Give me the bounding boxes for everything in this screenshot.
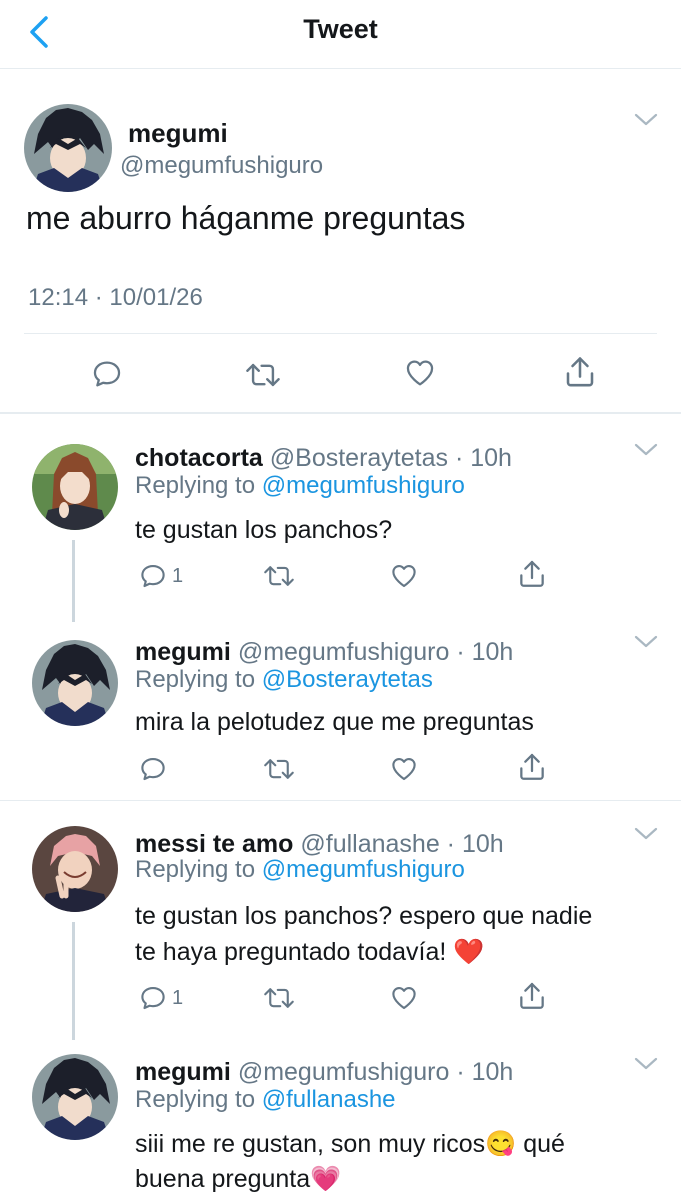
reply-text-line: te gustan los panchos? espero que nadie (135, 902, 593, 930)
divider (24, 333, 657, 334)
reply-meta: @megumfushiguro · 10h (237, 638, 514, 666)
share-icon[interactable] (516, 980, 548, 1012)
replying-to-label: Replying to (135, 1086, 256, 1113)
reply-text-line: te haya preguntado todavía! ❤️ (135, 938, 485, 966)
section-divider (0, 800, 681, 801)
retweet-icon[interactable] (262, 561, 296, 591)
reply-meta: @fullanashe · 10h (300, 830, 504, 858)
replying-to-link[interactable]: @fullanashe (262, 1086, 396, 1113)
like-heart-icon[interactable] (388, 561, 420, 591)
reply-meta: @megumfushiguro · 10h (237, 1058, 514, 1086)
chevron-down-icon[interactable] (634, 826, 658, 842)
share-icon[interactable] (516, 751, 548, 783)
replying-to-label: Replying to (135, 472, 256, 499)
like-heart-icon[interactable] (402, 356, 438, 390)
avatar-messi-te-amo[interactable] (32, 826, 118, 912)
reply-author-name[interactable]: megumi (135, 1058, 231, 1086)
reply-icon[interactable] (138, 561, 168, 591)
chevron-down-icon[interactable] (634, 442, 658, 458)
replying-to-link[interactable]: @megumfushiguro (262, 856, 465, 883)
avatar-chotacorta[interactable] (32, 444, 118, 530)
thread-line (72, 540, 75, 622)
replying-to-label: Replying to (135, 856, 256, 883)
reply-text: mira la pelotudez que me preguntas (135, 708, 534, 736)
chevron-down-icon[interactable] (634, 1056, 658, 1072)
reply-text: te gustan los panchos? (135, 516, 393, 544)
replying-to-label: Replying to (135, 666, 256, 693)
tweet-timestamp: 12:14 · 10/01/26 (28, 284, 203, 311)
section-divider (0, 412, 681, 414)
retweet-icon[interactable] (244, 358, 282, 392)
reply-icon[interactable] (90, 357, 124, 391)
reply-author-name[interactable]: chotacorta (135, 444, 263, 472)
reply-count: 1 (172, 987, 184, 1009)
reply-count: 1 (172, 565, 184, 587)
retweet-icon[interactable] (262, 983, 296, 1013)
avatar-megumi[interactable] (32, 640, 118, 726)
reply-icon[interactable] (138, 983, 168, 1013)
share-icon[interactable] (516, 558, 548, 590)
like-heart-icon[interactable] (388, 983, 420, 1013)
tweet-text: me aburro háganme preguntas (26, 200, 466, 236)
author-handle[interactable]: @megumfushiguro (120, 152, 323, 180)
top-bar: Tweet (0, 0, 681, 69)
like-heart-icon[interactable] (388, 754, 420, 784)
reply-text-line: siii me re gustan, son muy ricos😋 qué (135, 1130, 565, 1158)
reply-icon[interactable] (138, 754, 168, 784)
reply-author-name[interactable]: messi te amo (135, 830, 293, 858)
retweet-icon[interactable] (262, 754, 296, 784)
replying-to-link[interactable]: @Bosteraytetas (262, 666, 433, 693)
reply-text-line: buena pregunta💗 (135, 1165, 342, 1193)
avatar-megumi[interactable] (24, 104, 112, 192)
share-icon[interactable] (562, 354, 598, 390)
chevron-down-icon[interactable] (634, 112, 658, 128)
page-title: Tweet (303, 14, 378, 44)
replying-to-link[interactable]: @megumfushiguro (262, 472, 465, 499)
avatar-megumi[interactable] (32, 1054, 118, 1140)
reply-author-name[interactable]: megumi (135, 638, 231, 666)
chevron-down-icon[interactable] (634, 634, 658, 650)
author-name[interactable]: megumi (128, 118, 228, 149)
thread-line (72, 922, 75, 1040)
reply-meta: @Bosteraytetas · 10h (269, 444, 512, 472)
